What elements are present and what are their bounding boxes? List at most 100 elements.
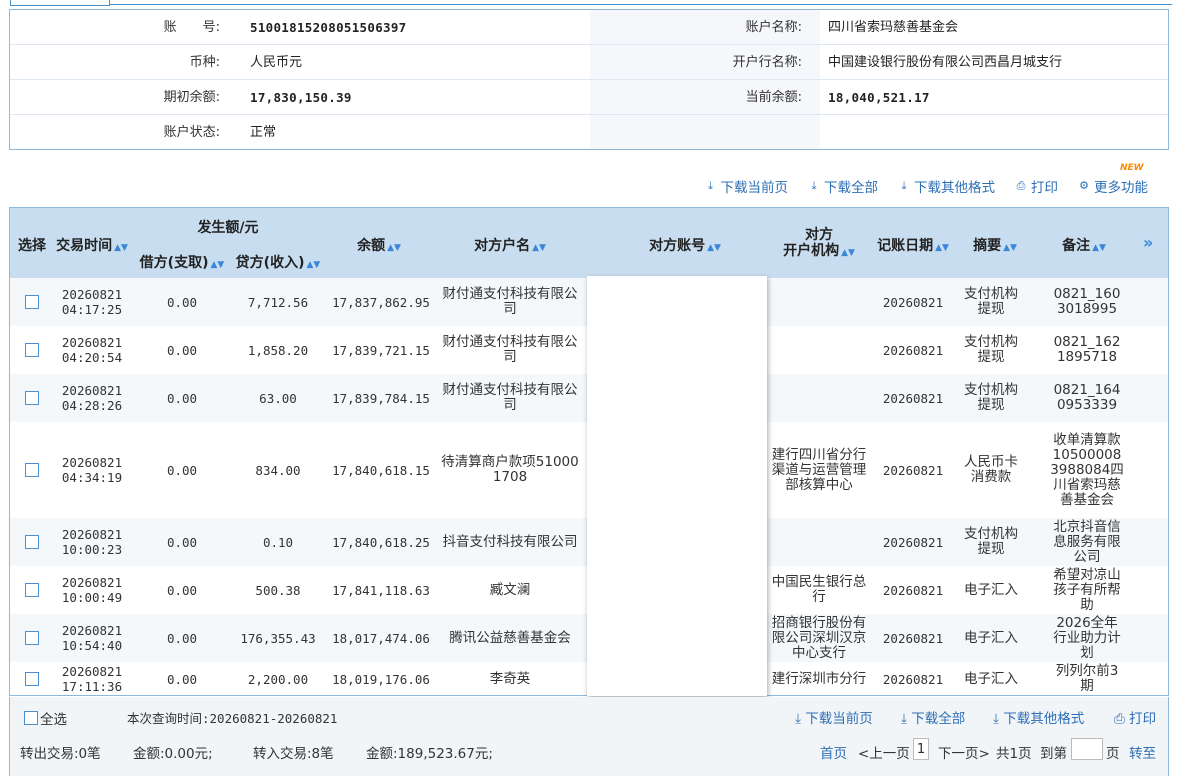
more-functions-label: 更多功能 — [1094, 180, 1148, 196]
row-checkbox[interactable] — [25, 631, 39, 645]
row-checkbox[interactable] — [25, 535, 39, 549]
cell-post-date: 20260821 — [874, 422, 952, 518]
cell-time: 20260821 04:28:26 — [54, 374, 130, 422]
header-time-label: 交易时间 — [56, 238, 113, 254]
cell-select — [10, 278, 54, 326]
account-no-label: 账 号: — [163, 20, 220, 35]
sort-icon: ▲▼ — [1092, 243, 1106, 253]
header-remark[interactable]: 备注 ▲▼ — [1054, 235, 1114, 255]
cell-counter-bank: 中国民生银行总行 — [770, 566, 868, 614]
cell-credit: 500.38 — [232, 566, 324, 614]
download-other-format-button[interactable]: ⤓ 下载其他格式 — [898, 176, 995, 197]
header-counter-account-label: 对方账号 — [649, 238, 706, 254]
cell-credit-text: 63.00 — [259, 390, 297, 406]
prev-page-link[interactable]: <上一页 — [858, 742, 910, 762]
cell-post-date-text: 20260821 — [882, 671, 944, 687]
cell-remark-text: 2026全年行业助力计划 — [1053, 614, 1121, 661]
header-summary-label: 摘要 — [973, 238, 1002, 254]
header-post-date[interactable]: 记账日期 ▲▼ — [874, 235, 952, 255]
cell-debit-text: 0.00 — [166, 294, 198, 310]
footer-print-button[interactable]: ⎙ 打印 — [1114, 707, 1156, 727]
first-page-link[interactable]: 首页 — [820, 742, 847, 762]
goto-button[interactable]: 转至 — [1129, 742, 1156, 762]
goto-page-input[interactable] — [1071, 738, 1103, 760]
account-no-value: 51001815208051506397 — [250, 20, 407, 35]
cell-counter-name-text: 财付通支付科技有限公司 — [442, 286, 578, 317]
row-checkbox[interactable] — [25, 295, 39, 309]
page-number-box: 1 — [913, 738, 929, 760]
cell-post-date-text: 20260821 — [882, 534, 944, 550]
cell-select — [10, 518, 54, 566]
cell-debit-text: 0.00 — [166, 342, 198, 358]
header-debit[interactable]: 借方(支取) ▲▼ — [134, 252, 230, 272]
header-credit-label: 贷方(收入) — [235, 255, 305, 271]
sort-icon: ▲▼ — [306, 260, 321, 270]
header-counter-bank[interactable]: 对方 开户机构 ▲▼ — [772, 227, 866, 261]
cell-debit: 0.00 — [134, 518, 230, 566]
cell-balance: 18,017,474.06 — [326, 614, 436, 662]
checkbox[interactable] — [24, 711, 38, 725]
cell-debit: 0.00 — [134, 566, 230, 614]
cell-summary: 电子汇入 — [960, 614, 1022, 662]
info-row-account: 账 号: 51001815208051506397 账户名称: 四川省索玛慈善基… — [10, 10, 1168, 45]
row-checkbox[interactable] — [25, 391, 39, 405]
cell-balance: 17,840,618.15 — [326, 422, 436, 518]
row-checkbox[interactable] — [25, 343, 39, 357]
header-amount-group: 发生额/元 — [197, 220, 259, 236]
in-tx-count: 转入交易:8笔 — [253, 746, 334, 762]
footer-download-page-button[interactable]: ⤓ 下载当前页 — [795, 707, 873, 727]
row-checkbox[interactable] — [25, 583, 39, 597]
cell-clock: 04:34:19 — [61, 470, 123, 485]
row-checkbox[interactable] — [25, 463, 39, 477]
header-summary[interactable]: 摘要 ▲▼ — [964, 235, 1026, 255]
sort-icon: ▲▼ — [532, 243, 546, 253]
cell-balance: 17,840,618.25 — [326, 518, 436, 566]
sort-icon: ▲▼ — [1003, 243, 1017, 253]
cell-remark: 列列尔前3期 — [1050, 662, 1124, 695]
row-checkbox[interactable] — [25, 672, 39, 686]
cell-balance-text: 17,841,118.63 — [332, 582, 430, 598]
cell-remark-text: 北京抖音信息服务有限公司 — [1053, 518, 1121, 565]
printer-icon: ⎙ — [1016, 179, 1026, 192]
currency-label: 币种: — [189, 55, 220, 70]
more-columns-icon[interactable]: » — [1143, 233, 1153, 252]
header-credit[interactable]: 贷方(收入) ▲▼ — [232, 252, 324, 272]
cell-summary-text: 支付机构提现 — [964, 526, 1018, 557]
cell-debit-text: 0.00 — [166, 582, 198, 598]
select-all-checkbox[interactable]: 全选 — [24, 708, 67, 728]
header-counter-bank-line1: 对方 — [805, 227, 833, 243]
cell-remark: 2026全年行业助力计划 — [1050, 614, 1124, 662]
footer-download-all-button[interactable]: ⤓ 下载全部 — [901, 707, 965, 727]
cell-counter-bank-text: 中国民生银行总行 — [771, 574, 867, 605]
overlay-panel — [587, 276, 767, 696]
download-page-label: 下载当前页 — [720, 180, 789, 196]
cell-remark: 北京抖音信息服务有限公司 — [1050, 518, 1124, 566]
cell-post-date: 20260821 — [874, 566, 952, 614]
print-button[interactable]: ⎙ 打印 — [1015, 176, 1058, 197]
cell-select — [10, 614, 54, 662]
out-tx-count: 转出交易:0笔 — [20, 746, 101, 762]
cell-counter-name: 财付通支付科技有限公司 — [438, 278, 582, 326]
cell-credit-text: 0.10 — [262, 534, 294, 550]
cell-counter-name-text: 抖音支付科技有限公司 — [442, 533, 578, 550]
more-functions-button[interactable]: ⚙ 更多功能 — [1078, 176, 1148, 197]
sort-icon: ▲▼ — [387, 243, 401, 253]
cell-remark: 0821_1621895718 — [1050, 326, 1124, 374]
header-counter-name[interactable]: 对方户名 ▲▼ — [440, 235, 580, 255]
cell-time: 20260821 10:00:49 — [54, 566, 130, 614]
next-page-link[interactable]: 下一页> — [938, 742, 990, 762]
cell-counter-bank — [770, 374, 868, 422]
cell-post-date: 20260821 — [874, 518, 952, 566]
cell-post-date: 20260821 — [874, 614, 952, 662]
download-page-button[interactable]: ⤓ 下载当前页 — [705, 176, 789, 197]
active-tab[interactable] — [10, 0, 110, 6]
download-all-button[interactable]: ⤓ 下载全部 — [808, 176, 878, 197]
account-name-label: 账户名称: — [745, 20, 802, 35]
footer-download-other-button[interactable]: ⤓ 下载其他格式 — [993, 707, 1084, 727]
cell-balance: 18,019,176.06 — [326, 662, 436, 695]
cell-post-date: 20260821 — [874, 326, 952, 374]
sort-icon: ▲▼ — [210, 260, 225, 270]
header-time[interactable]: 交易时间 ▲▼ — [54, 235, 130, 255]
header-counter-account[interactable]: 对方账号 ▲▼ — [640, 235, 730, 255]
header-balance[interactable]: 余额 ▲▼ — [332, 235, 426, 255]
